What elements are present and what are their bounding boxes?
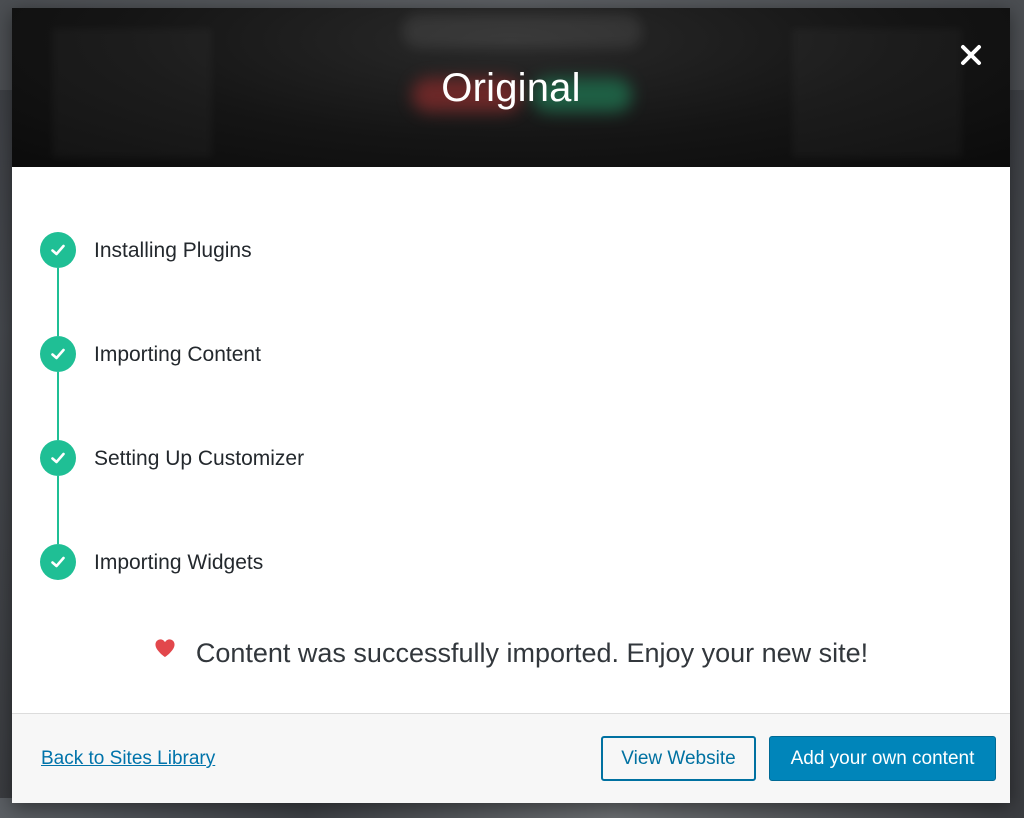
step-item: Installing Plugins: [40, 232, 304, 336]
step-connector: [57, 268, 59, 336]
success-message: Content was successfully imported. Enjoy…: [12, 638, 1010, 669]
heart-icon: [155, 638, 175, 657]
add-content-button[interactable]: Add your own content: [769, 736, 996, 781]
back-to-library-link[interactable]: Back to Sites Library: [41, 748, 215, 770]
step-item: Setting Up Customizer: [40, 440, 304, 544]
step-label: Setting Up Customizer: [94, 447, 305, 470]
check-icon: [40, 232, 76, 268]
check-icon: [40, 544, 76, 580]
hero-blur: [402, 14, 642, 48]
modal-header: Original: [12, 8, 1010, 167]
import-steps: Installing Plugins Importing Content Set…: [40, 232, 304, 584]
success-text: Content was successfully imported. Enjoy…: [195, 638, 869, 668]
close-icon: [961, 45, 981, 65]
import-complete-modal: Original Installing Plugins Importing Co…: [12, 8, 1010, 803]
modal-footer: Back to Sites Library View Website Add y…: [12, 713, 1010, 803]
step-label: Importing Content: [94, 343, 261, 366]
step-connector: [57, 372, 59, 440]
step-label: Importing Widgets: [94, 551, 264, 574]
step-item: Importing Widgets: [40, 544, 304, 584]
check-icon: [40, 440, 76, 476]
close-button[interactable]: [956, 40, 986, 70]
check-icon: [40, 336, 76, 372]
view-website-button[interactable]: View Website: [601, 736, 756, 781]
step-item: Importing Content: [40, 336, 304, 440]
step-label: Installing Plugins: [94, 239, 252, 262]
modal-title: Original: [441, 66, 581, 110]
step-connector: [57, 476, 59, 544]
